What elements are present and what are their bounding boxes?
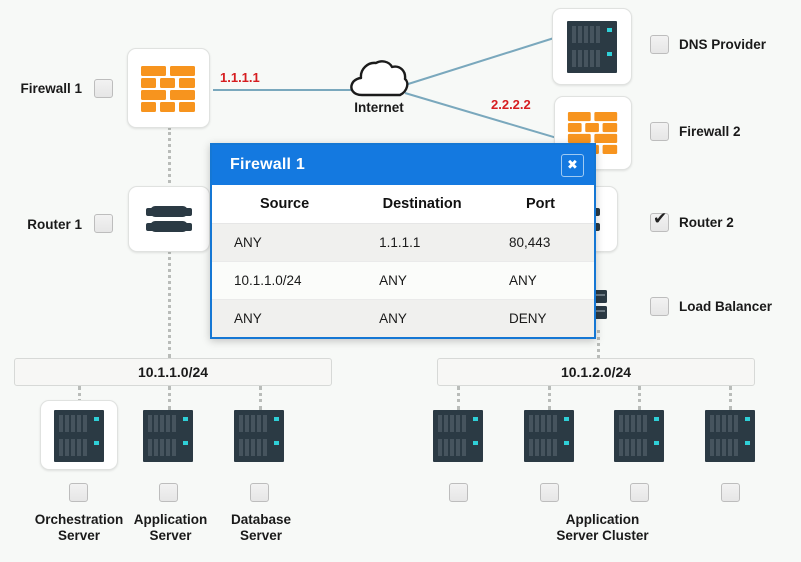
ip-label-wan1: 1.1.1.1 xyxy=(220,70,260,85)
link-firewall1-internet xyxy=(213,89,358,91)
node-internet[interactable] xyxy=(348,58,410,98)
label-application-server-cluster: Application Server Cluster xyxy=(515,512,690,544)
node-cluster-server-2[interactable] xyxy=(524,410,574,462)
link-firewall1-router1 xyxy=(168,127,171,183)
cell-port: 80,443 xyxy=(487,224,594,262)
link-subnet-right-node1 xyxy=(457,386,460,410)
checkbox-orchestration-server[interactable] xyxy=(69,483,88,502)
checkbox-cluster-server-2[interactable] xyxy=(540,483,559,502)
node-dns-provider[interactable] xyxy=(552,8,632,85)
column-header-destination: Destination xyxy=(357,185,487,224)
cell-port: DENY xyxy=(487,300,594,338)
cloud-icon xyxy=(348,58,410,98)
link-subnet-right-node3 xyxy=(638,386,641,410)
network-diagram-canvas: Firewall 1 Internet 1.1.1.1 2.2.2.2 xyxy=(0,0,801,562)
column-header-port: Port xyxy=(487,185,594,224)
checkbox-firewall2[interactable] xyxy=(650,122,669,141)
server-icon xyxy=(234,410,284,462)
label-load-balancer: Load Balancer xyxy=(679,299,772,315)
node-router1[interactable] xyxy=(128,186,210,252)
label-line-1: Database xyxy=(231,512,291,527)
table-header-row: Source Destination Port xyxy=(212,185,594,224)
node-orchestration-server[interactable] xyxy=(40,400,118,470)
label-line-2: Server xyxy=(240,528,282,543)
server-icon xyxy=(54,410,104,462)
server-icon xyxy=(143,410,193,462)
node-firewall1[interactable] xyxy=(127,48,210,128)
link-subnet-right-node2 xyxy=(548,386,551,410)
server-icon xyxy=(614,410,664,462)
checkbox-cluster-server-3[interactable] xyxy=(630,483,649,502)
table-row[interactable]: ANY ANY DENY xyxy=(212,300,594,338)
node-application-server[interactable] xyxy=(143,410,193,462)
link-subnet-right-node4 xyxy=(729,386,732,410)
label-database-server: Database Server xyxy=(206,512,316,544)
node-cluster-server-4[interactable] xyxy=(705,410,755,462)
checkbox-database-server[interactable] xyxy=(250,483,269,502)
cell-source: ANY xyxy=(212,224,357,262)
firewall-icon xyxy=(140,65,197,113)
server-icon xyxy=(433,410,483,462)
link-internet-dns xyxy=(405,37,553,86)
label-router2: Router 2 xyxy=(679,215,734,231)
checkbox-router1[interactable] xyxy=(94,214,113,233)
cell-source: ANY xyxy=(212,300,357,338)
checkbox-cluster-server-1[interactable] xyxy=(449,483,468,502)
label-line-2: Server xyxy=(58,528,100,543)
server-icon xyxy=(705,410,755,462)
firewall-rules-table: Source Destination Port ANY 1.1.1.1 80,4… xyxy=(212,185,594,337)
column-header-source: Source xyxy=(212,185,357,224)
label-internet: Internet xyxy=(329,100,429,116)
cell-destination: ANY xyxy=(357,300,487,338)
link-subnet-left-app xyxy=(168,386,171,410)
label-line-1: Application xyxy=(566,512,640,527)
firewall-rules-popup: Firewall 1 ✖ Source Destination Port ANY… xyxy=(210,143,596,339)
label-line-2: Server xyxy=(149,528,191,543)
label-line-1: Orchestration xyxy=(35,512,124,527)
subnet-bar-left[interactable]: 10.1.1.0/24 xyxy=(14,358,332,386)
ip-label-wan2: 2.2.2.2 xyxy=(491,97,531,112)
close-icon[interactable]: ✖ xyxy=(561,154,584,177)
label-firewall1: Firewall 1 xyxy=(0,81,82,97)
cell-source: 10.1.1.0/24 xyxy=(212,262,357,300)
popup-title: Firewall 1 xyxy=(230,156,305,174)
label-dns-provider: DNS Provider xyxy=(679,37,766,53)
label-line-1: Application xyxy=(134,512,208,527)
cell-destination: 1.1.1.1 xyxy=(357,224,487,262)
node-cluster-server-1[interactable] xyxy=(433,410,483,462)
link-router1-subnet-left xyxy=(168,250,171,358)
subnet-bar-right[interactable]: 10.1.2.0/24 xyxy=(437,358,755,386)
checkbox-application-server[interactable] xyxy=(159,483,178,502)
label-firewall2: Firewall 2 xyxy=(679,124,741,140)
label-line-2: Server Cluster xyxy=(556,528,648,543)
link-subnet-left-db xyxy=(259,386,262,410)
link-loadbalancer-subnet-right xyxy=(597,330,600,358)
checkbox-cluster-server-4[interactable] xyxy=(721,483,740,502)
label-router1: Router 1 xyxy=(0,217,82,233)
cell-destination: ANY xyxy=(357,262,487,300)
server-icon xyxy=(524,410,574,462)
checkbox-firewall1[interactable] xyxy=(94,79,113,98)
checkbox-router2[interactable]: ✔ xyxy=(650,213,669,232)
popup-header: Firewall 1 ✖ xyxy=(212,145,594,185)
node-cluster-server-3[interactable] xyxy=(614,410,664,462)
table-row[interactable]: ANY 1.1.1.1 80,443 xyxy=(212,224,594,262)
cell-port: ANY xyxy=(487,262,594,300)
server-icon xyxy=(567,21,617,73)
checkbox-dns-provider[interactable] xyxy=(650,35,669,54)
node-database-server[interactable] xyxy=(234,410,284,462)
table-row[interactable]: 10.1.1.0/24 ANY ANY xyxy=(212,262,594,300)
checkmark-icon: ✔ xyxy=(653,210,667,229)
checkbox-load-balancer[interactable] xyxy=(650,297,669,316)
router-icon xyxy=(146,204,192,236)
